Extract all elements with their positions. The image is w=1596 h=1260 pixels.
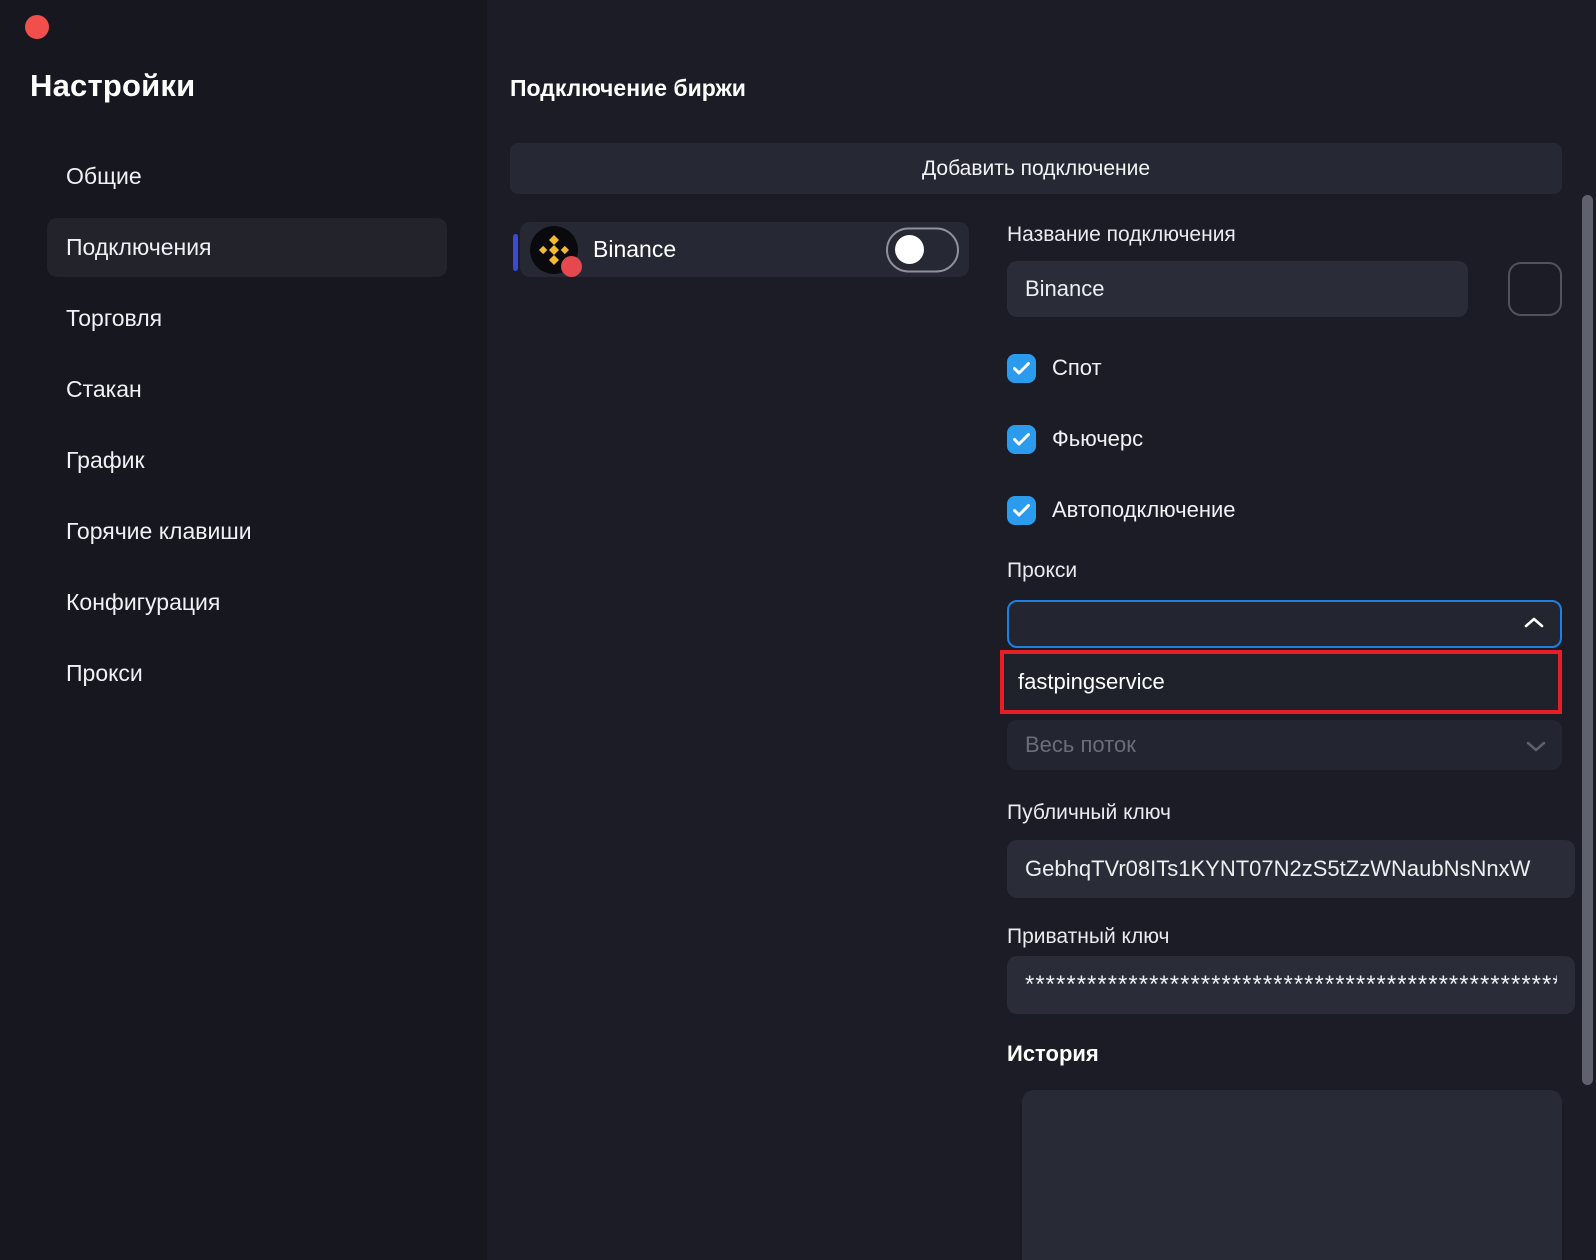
connection-row-binance[interactable]: Binance <box>520 222 969 277</box>
connections-list: Binance <box>510 222 969 1260</box>
spot-checkbox[interactable] <box>1007 354 1036 383</box>
private-key-input[interactable] <box>1007 956 1575 1014</box>
proxy-select[interactable] <box>1007 600 1562 648</box>
settings-window: Настройки Общие Подключения Торговля Ста… <box>0 0 1596 1260</box>
toggle-knob <box>895 235 924 264</box>
sidebar-title: Настройки <box>30 68 487 104</box>
connection-name-label: Название подключения <box>1007 222 1562 248</box>
proxy-label: Прокси <box>1007 558 1562 584</box>
binance-logo-icon <box>530 226 578 274</box>
autoconnect-checkbox-row: Автоподключение <box>1007 495 1562 525</box>
annotation-highlight-box: fastpingservice <box>1000 650 1562 714</box>
sidebar-item-chart[interactable]: График <box>47 431 447 490</box>
private-key-label: Приватный ключ <box>1007 924 1562 950</box>
autoconnect-label: Автоподключение <box>1052 497 1236 523</box>
sidebar-item-proxy[interactable]: Прокси <box>47 644 447 703</box>
close-window-button[interactable] <box>25 15 49 39</box>
connection-toggle[interactable] <box>886 227 959 272</box>
proxy-option-fastpingservice[interactable]: fastpingservice <box>1004 654 1558 710</box>
autoconnect-checkbox[interactable] <box>1007 496 1036 525</box>
sidebar-item-trading[interactable]: Торговля <box>47 289 447 348</box>
chevron-up-icon <box>1524 615 1544 633</box>
futures-label: Фьючерс <box>1052 426 1143 452</box>
connection-name: Binance <box>593 236 676 263</box>
public-key-label: Публичный ключ <box>1007 800 1562 826</box>
add-connection-button[interactable]: Добавить подключение <box>510 143 1562 194</box>
page-title: Подключение биржи <box>510 75 1562 102</box>
history-label: История <box>1007 1040 1562 1068</box>
futures-checkbox-row: Фьючерс <box>1007 424 1562 454</box>
spot-label: Спот <box>1052 355 1102 381</box>
public-key-input[interactable] <box>1007 840 1575 898</box>
stream-select-value: Весь поток <box>1025 732 1136 758</box>
vertical-scrollbar[interactable] <box>1582 195 1593 1085</box>
stream-select[interactable]: Весь поток <box>1007 720 1562 770</box>
content-row: Binance Название подключения <box>510 222 1562 1260</box>
connection-status-dot <box>561 256 582 277</box>
spot-checkbox-row: Спот <box>1007 353 1562 383</box>
sidebar-item-general[interactable]: Общие <box>47 147 447 206</box>
sidebar-nav: Общие Подключения Торговля Стакан График… <box>0 147 487 703</box>
sidebar-item-hotkeys[interactable]: Горячие клавиши <box>47 502 447 561</box>
connection-color-picker[interactable] <box>1508 262 1562 316</box>
connection-settings-form: Название подключения Спот <box>1007 222 1562 1260</box>
connection-name-row <box>1007 261 1562 317</box>
sidebar-item-orderbook[interactable]: Стакан <box>47 360 447 419</box>
connection-name-input[interactable] <box>1007 261 1468 317</box>
futures-checkbox[interactable] <box>1007 425 1036 454</box>
chevron-down-icon <box>1526 732 1546 758</box>
history-box <box>1022 1090 1562 1260</box>
sidebar-item-configuration[interactable]: Конфигурация <box>47 573 447 632</box>
settings-sidebar: Настройки Общие Подключения Торговля Ста… <box>0 0 487 1260</box>
connection-accent-bar <box>513 234 518 271</box>
exchange-connection-panel: Подключение биржи Добавить подключение <box>487 0 1596 1260</box>
sidebar-item-connections[interactable]: Подключения <box>47 218 447 277</box>
